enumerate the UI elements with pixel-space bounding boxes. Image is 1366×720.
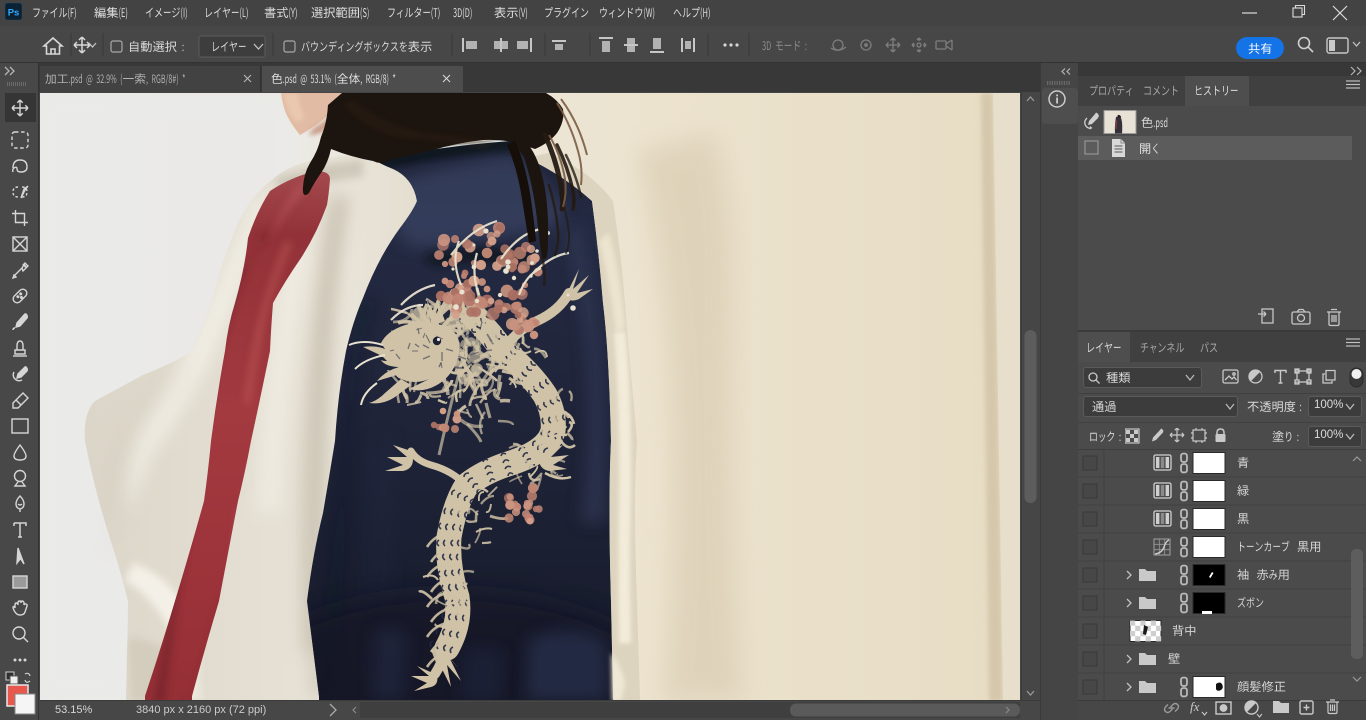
svg-text:fx: fx bbox=[1190, 699, 1200, 714]
svg-text:Ps: Ps bbox=[8, 8, 20, 19]
